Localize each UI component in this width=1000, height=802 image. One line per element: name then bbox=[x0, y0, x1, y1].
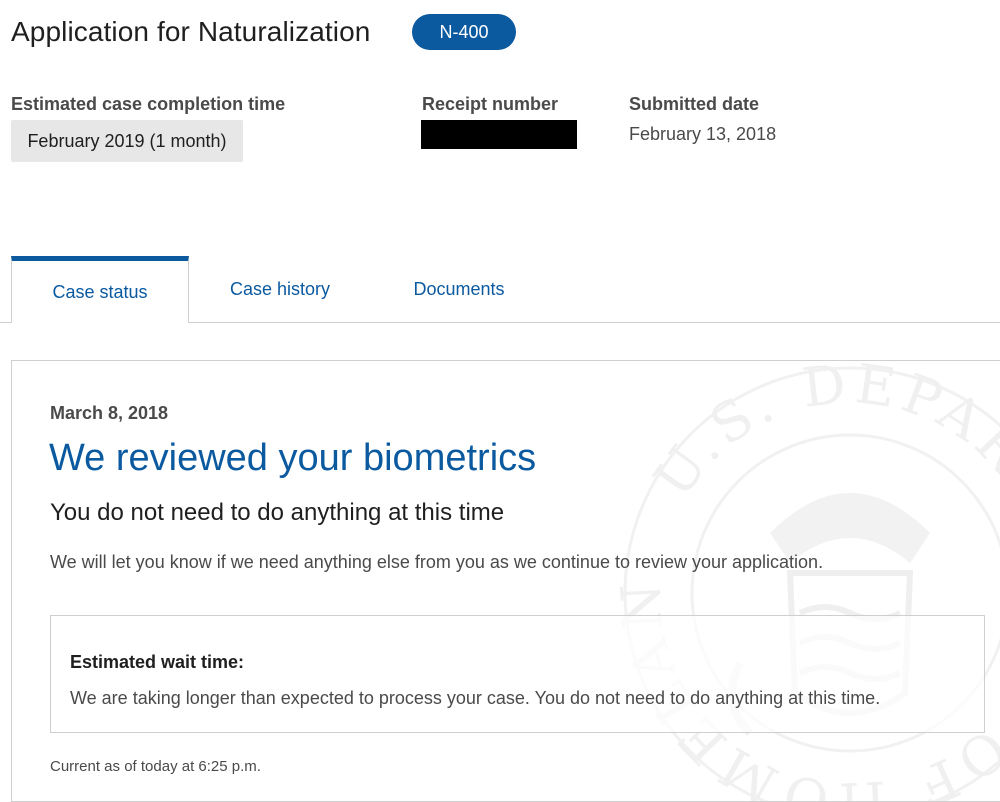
completion-time-label: Estimated case completion time bbox=[11, 94, 286, 114]
status-subtitle: You do not need to do anything at this t… bbox=[50, 499, 505, 526]
svg-text:U.S. DEPARTMENT OF HOMELAND SE: U.S. DEPARTMENT OF HOMELAND SECURITY bbox=[620, 363, 1000, 802]
submitted-date-value: February 13, 2018 bbox=[629, 124, 777, 144]
active-tab-cover bbox=[12, 321, 188, 324]
status-title: We reviewed your biometrics bbox=[49, 437, 537, 479]
current-as-of: Current as of today at 6:25 p.m. bbox=[50, 758, 261, 775]
receipt-number-label: Receipt number bbox=[422, 94, 559, 114]
page-header: Application for Naturalization bbox=[11, 14, 370, 50]
wait-time-box: Estimated wait time: We are taking longe… bbox=[50, 615, 985, 733]
dhs-seal-icon: U.S. DEPARTMENT OF HOMELAND SECURITY bbox=[620, 363, 1000, 802]
status-description: We will let you know if we need anything… bbox=[50, 552, 824, 572]
page-title: Application for Naturalization bbox=[11, 16, 371, 47]
tab-case-history[interactable]: Case history bbox=[190, 256, 370, 322]
wait-time-text: We are taking longer than expected to pr… bbox=[70, 688, 881, 708]
case-status-panel: U.S. DEPARTMENT OF HOMELAND SECURITY Mar… bbox=[11, 360, 1000, 802]
form-badge: N-400 bbox=[412, 14, 516, 50]
receipt-number-redacted bbox=[421, 120, 577, 149]
wait-time-label: Estimated wait time: bbox=[70, 652, 245, 672]
submitted-date-label: Submitted date bbox=[629, 94, 760, 114]
tab-case-status[interactable]: Case status bbox=[11, 256, 189, 323]
tab-documents[interactable]: Documents bbox=[375, 256, 543, 322]
seal-text: U.S. DEPARTMENT OF HOMELAND SECURITY bbox=[620, 363, 1000, 801]
completion-time-value: February 2019 (1 month) bbox=[11, 120, 243, 162]
status-date: March 8, 2018 bbox=[50, 403, 169, 423]
